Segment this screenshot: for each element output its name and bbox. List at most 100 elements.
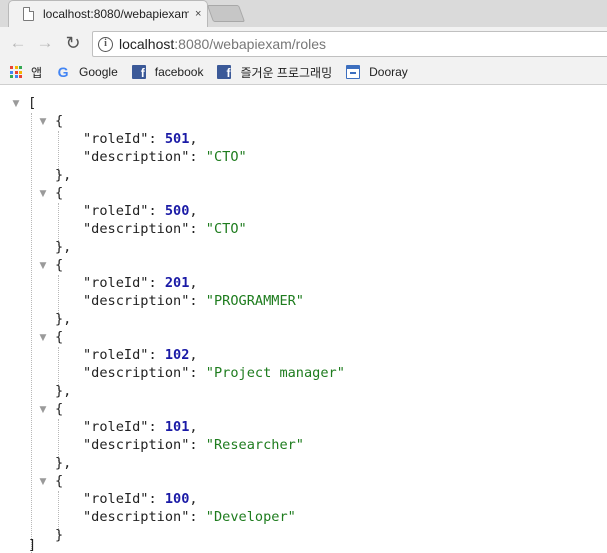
json-property-description: "description": "CTO" [83,148,247,166]
json-string-value: "CTO" [205,221,247,237]
object-open-brace: { [55,329,64,345]
json-comma: , [189,203,198,219]
json-property-description: "description": "Researcher" [83,436,304,454]
forward-button[interactable]: → [34,32,56,54]
json-key: "description" [83,149,190,165]
apps-icon [10,66,22,78]
json-colon: : [148,203,165,219]
json-key: "description" [83,509,190,525]
collapse-toggle-icon[interactable]: ▼ [38,117,48,127]
collapse-toggle-icon[interactable]: ▼ [38,477,48,487]
json-key: "roleId" [83,203,149,219]
json-number-value: 102 [164,347,190,363]
json-property-roleId: "roleId": 500, [83,202,198,220]
json-key: "description" [83,293,190,309]
json-comma: , [189,131,198,147]
json-number-value: 501 [164,131,190,147]
tab-title: localhost:8080/webapiexam/roles [43,7,189,21]
json-property-roleId: "roleId": 101, [83,418,198,436]
json-colon: : [148,131,165,147]
json-property-roleId: "roleId": 102, [83,346,198,364]
object-open-brace: { [55,473,64,489]
json-string-value: "CTO" [205,149,247,165]
bookmark-dooray[interactable]: Dooray [346,65,408,79]
root-close-bracket: ] [28,537,37,553]
json-property-description: "description": "CTO" [83,220,247,238]
json-key: "roleId" [83,275,149,291]
bookmark-google[interactable]: G Google [56,65,118,79]
url-host: localhost [119,36,175,52]
json-number-value: 100 [164,491,190,507]
json-number-value: 101 [164,419,190,435]
bookmark-facebook[interactable]: f facebook [131,65,204,79]
reload-button[interactable]: ↻ [62,32,84,54]
json-colon: : [148,347,165,363]
browser-tab[interactable]: localhost:8080/webapiexam/roles × [8,0,208,27]
json-colon: : [189,437,206,453]
bookmarks-bar: 앱 G Google f facebook f 즐거운 프로그래밍 Dooray [0,60,607,85]
collapse-toggle-icon[interactable]: ▼ [38,189,48,199]
json-colon: : [189,149,206,165]
indent-guide [31,113,32,553]
json-number-value: 500 [164,203,190,219]
object-close-brace: } [55,527,64,543]
json-property-roleId: "roleId": 100, [83,490,198,508]
bookmark-fun-programming[interactable]: f 즐거운 프로그래밍 [217,64,332,81]
json-string-value: "Developer" [205,509,296,525]
address-bar[interactable]: i localhost:8080/webapiexam/roles [92,31,607,57]
bookmark-label: 앱 [31,65,43,80]
bookmark-label: Google [79,65,118,79]
tab-strip: localhost:8080/webapiexam/roles × [0,0,607,27]
json-colon: : [189,221,206,237]
object-open-brace: { [55,185,64,201]
bookmark-apps[interactable]: 앱 [10,64,42,81]
json-property-roleId: "roleId": 501, [83,130,198,148]
json-string-value: "Project manager" [205,365,345,381]
json-comma: , [189,491,198,507]
json-key: "roleId" [83,347,149,363]
json-property-description: "description": "Project manager" [83,364,345,382]
bookmark-label: facebook [154,65,204,79]
json-colon: : [189,293,206,309]
collapse-toggle-icon[interactable]: ▼ [38,405,48,415]
json-comma: , [189,347,198,363]
json-key: "description" [83,221,190,237]
json-colon: : [189,365,206,381]
json-number-value: 201 [164,275,190,291]
facebook-icon: f [217,65,232,79]
collapse-toggle-icon[interactable]: ▼ [38,261,48,271]
facebook-icon: f [131,65,146,79]
json-colon: : [189,509,206,525]
json-comma: , [189,419,198,435]
object-close-brace: }, [55,167,72,183]
json-string-value: "PROGRAMMER" [205,293,304,309]
back-button[interactable]: ← [7,32,29,54]
close-tab-icon[interactable]: × [195,8,201,20]
json-viewer: ▼ [ ] ▼{"roleId": 501, "description": "CT… [0,86,607,553]
url-text[interactable]: localhost:8080/webapiexam/roles [119,36,326,52]
json-property-description: "description": "Developer" [83,508,296,526]
browser-toolbar: ← → ↻ i localhost:8080/webapiexam/roles [0,27,607,60]
object-open-brace: { [55,401,64,417]
json-string-value: "Researcher" [205,437,304,453]
json-colon: : [148,419,165,435]
json-key: "roleId" [83,131,149,147]
object-close-brace: }, [55,455,72,471]
object-open-brace: { [55,257,64,273]
site-info-icon[interactable]: i [98,36,113,52]
json-colon: : [148,491,165,507]
new-tab-button[interactable] [206,5,246,22]
json-key: "description" [83,365,190,381]
collapse-toggle-icon[interactable]: ▼ [38,333,48,343]
json-key: "description" [83,437,190,453]
collapse-toggle-icon[interactable]: ▼ [11,99,21,109]
url-path: :8080/webapiexam/roles [174,36,327,52]
object-close-brace: }, [55,383,72,399]
bookmark-label: 즐거운 프로그래밍 [240,65,333,80]
json-key: "roleId" [83,491,149,507]
dooray-icon [346,65,361,79]
json-colon: : [148,275,165,291]
object-close-brace: }, [55,239,72,255]
google-icon: G [57,64,69,80]
object-close-brace: }, [55,311,72,327]
